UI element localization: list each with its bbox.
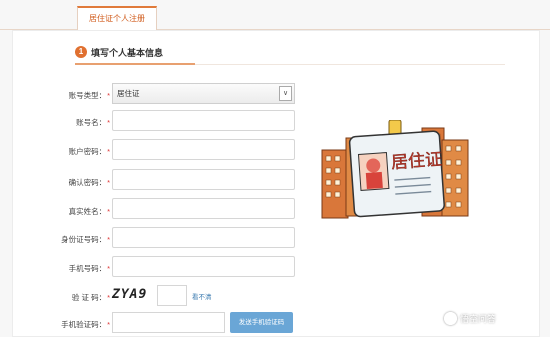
id-number-input[interactable]	[112, 227, 295, 248]
captcha-refresh-link[interactable]: 看不清	[192, 291, 212, 301]
password-input[interactable]	[112, 139, 295, 160]
watermark: 悟空问答	[444, 312, 496, 325]
chevron-down-icon[interactable]: ∨	[279, 86, 292, 101]
account-type-select[interactable]: 居住证 ∨	[112, 83, 295, 104]
captcha-image[interactable]: ZYA9	[112, 285, 152, 305]
field-label-real-name: 真实姓名：*	[68, 207, 110, 216]
account-name-input[interactable]	[112, 110, 295, 131]
field-label-password: 账户密码：*	[68, 147, 110, 156]
section-divider-accent	[75, 63, 195, 65]
tab-residence-registration[interactable]: 居住证个人注册	[77, 6, 157, 31]
registration-page: 居住证个人注册 1 填写个人基本信息 账号类型：* 账号名：* 账户密码：* 确…	[0, 0, 550, 337]
field-label-captcha: 验 证 码：*	[71, 293, 110, 302]
tab-bar: 居住证个人注册	[0, 0, 550, 31]
field-label-confirm-password: 确认密码：*	[68, 178, 110, 187]
field-label-id-number: 身份证号码：*	[61, 235, 110, 244]
residence-permit-card-illustration: 居住证	[321, 120, 469, 219]
card-title-text: 居住证	[390, 150, 442, 174]
send-sms-code-button[interactable]: 发送手机验证码	[230, 312, 293, 333]
real-name-input[interactable]	[112, 198, 295, 219]
field-label-sms-code: 手机验证码：*	[61, 320, 110, 329]
id-card: 居住证	[348, 130, 445, 218]
field-label-account-name: 账号名：*	[76, 118, 110, 127]
account-type-value: 居住证	[117, 89, 140, 98]
captcha-input[interactable]	[157, 285, 187, 306]
section-header: 1 填写个人基本信息	[75, 42, 163, 62]
step-number-badge: 1	[75, 46, 87, 58]
field-label-account-type: 账号类型：*	[68, 91, 110, 100]
wukong-logo-icon	[444, 312, 457, 325]
watermark-text: 悟空问答	[460, 314, 497, 324]
field-label-phone: 手机号码：*	[68, 264, 110, 273]
section-title: 填写个人基本信息	[91, 47, 164, 58]
confirm-password-input[interactable]	[112, 169, 295, 190]
phone-input[interactable]	[112, 256, 295, 277]
sms-code-input[interactable]	[112, 312, 225, 333]
